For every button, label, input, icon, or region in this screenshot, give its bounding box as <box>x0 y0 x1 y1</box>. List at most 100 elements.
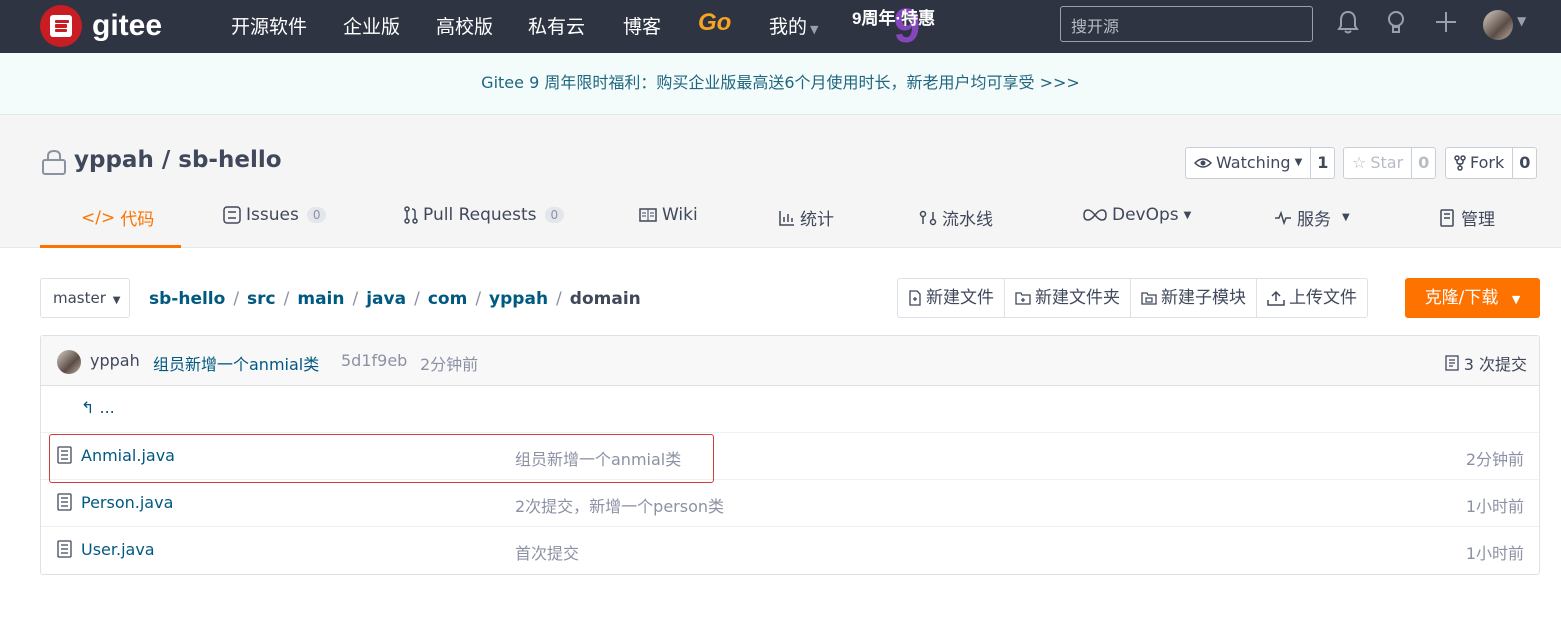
commit-message[interactable]: 组员新增一个anmial类 <box>153 351 319 375</box>
breadcrumb-yppah[interactable]: yppah <box>489 289 548 309</box>
nav-enterprise[interactable]: 企业版 <box>343 12 400 39</box>
tab-statistics-label: 统计 <box>800 210 834 230</box>
nav-go[interactable]: Go <box>698 9 731 37</box>
lock-icon <box>42 149 66 175</box>
caret-down-icon: ▼ <box>810 23 819 36</box>
tab-manage[interactable]: 管理 <box>1440 205 1495 230</box>
code-icon: </> <box>81 207 116 228</box>
fork-button[interactable]: Fork <box>1446 148 1512 178</box>
issues-icon <box>223 206 241 224</box>
caret-down-icon: ▼ <box>1183 209 1192 221</box>
new-file-button[interactable]: 新建文件 <box>898 279 1004 317</box>
tab-code[interactable]: </> 代码 <box>81 205 154 231</box>
breadcrumb: sb-hello / src / main / java / com / yppah / domain <box>149 289 641 309</box>
file-row[interactable]: Anmial.java 组员新增一个anmial类 2分钟前 <box>41 433 1539 480</box>
caret-down-icon[interactable]: ▼ <box>1517 14 1526 28</box>
tab-statistics[interactable]: 统计 <box>779 205 834 230</box>
nav-private-cloud[interactable]: 私有云 <box>528 12 585 39</box>
brand-name: gitee <box>92 9 163 42</box>
file-actions: 新建文件 新建文件夹 新建子模块 上传文件 <box>897 278 1368 318</box>
tab-devops[interactable]: DevOps ▼ <box>1083 205 1191 225</box>
reply-arrow-icon: ↰ <box>81 398 95 417</box>
file-icon <box>57 446 72 464</box>
bell-icon[interactable] <box>1334 10 1362 40</box>
breadcrumb-separator: / <box>556 289 562 309</box>
commit-sha[interactable]: 5d1f9eb <box>341 351 407 370</box>
commit-time: 2分钟前 <box>420 355 479 374</box>
nav-blog[interactable]: 博客 <box>623 12 661 39</box>
file-commit-message[interactable]: 组员新增一个anmial类 <box>515 446 681 470</box>
title-separator: / <box>161 147 171 173</box>
star-count[interactable]: 0 <box>1411 148 1435 178</box>
pipeline-icon <box>919 210 937 225</box>
star-button-group: ☆ Star 0 <box>1343 147 1437 179</box>
nav-mine[interactable]: 我的 ▼ <box>769 12 818 39</box>
file-commit-time: 1小时前 <box>1465 497 1524 516</box>
watch-button[interactable]: Watching ▼ <box>1186 148 1310 178</box>
breadcrumb-repo[interactable]: sb-hello <box>149 289 225 309</box>
clone-download-button[interactable]: 克隆/下载 ▼ <box>1405 278 1540 318</box>
infinity-icon <box>1083 209 1107 221</box>
new-folder-icon <box>1015 292 1031 305</box>
breadcrumb-com[interactable]: com <box>428 289 467 309</box>
lightbulb-icon[interactable] <box>1382 10 1410 40</box>
active-tab-indicator <box>40 245 181 248</box>
gitee-logo[interactable]: gitee <box>40 5 162 47</box>
project-header: yppah / sb-hello Watching ▼ 1 ☆ Star 0 F… <box>0 115 1561 248</box>
breadcrumb-separator: / <box>475 289 482 309</box>
new-folder-label: 新建文件夹 <box>1035 288 1120 308</box>
upload-file-button[interactable]: 上传文件 <box>1256 279 1367 317</box>
issues-count-badge: 0 <box>306 207 327 223</box>
new-submodule-button[interactable]: 新建子模块 <box>1130 279 1256 317</box>
top-navbar: gitee 开源软件 企业版 高校版 私有云 博客 Go 我的 ▼ 9 9周年·特… <box>0 0 1561 53</box>
user-avatar[interactable] <box>1483 10 1513 40</box>
tab-manage-label: 管理 <box>1461 210 1495 230</box>
clone-download-label: 克隆/下载 <box>1424 288 1499 308</box>
commit-count-label: 3 次提交 <box>1463 355 1527 374</box>
parent-directory-row[interactable]: ↰ ... <box>41 386 1539 433</box>
tab-wiki[interactable]: Wiki <box>639 205 698 225</box>
watch-button-group: Watching ▼ 1 <box>1185 147 1336 179</box>
file-row[interactable]: User.java 首次提交 1小时前 <box>41 527 1539 574</box>
tab-service[interactable]: 服务 ▼ <box>1274 205 1350 230</box>
fork-icon <box>1454 155 1466 171</box>
plus-icon[interactable] <box>1432 10 1460 40</box>
file-name[interactable]: Person.java <box>81 493 173 512</box>
promo-banner[interactable]: Gitee 9 周年限时福利：购买企业版最高送6个月使用时长，新老用户均可享受 … <box>0 53 1561 115</box>
tab-pipeline-label: 流水线 <box>942 210 993 230</box>
nav-open-source[interactable]: 开源软件 <box>231 12 307 39</box>
file-icon <box>57 493 72 511</box>
file-name[interactable]: Anmial.java <box>81 446 175 465</box>
tab-pull-requests[interactable]: Pull Requests 0 <box>404 205 565 225</box>
pull-requests-count-badge: 0 <box>544 207 565 223</box>
commit-author[interactable]: yppah <box>90 351 140 370</box>
nav-education[interactable]: 高校版 <box>436 12 493 39</box>
commit-author-avatar[interactable] <box>57 350 81 374</box>
project-owner[interactable]: yppah <box>74 147 154 173</box>
watch-count[interactable]: 1 <box>1310 148 1334 178</box>
branch-select[interactable]: master ▼ <box>40 278 130 318</box>
breadcrumb-src[interactable]: src <box>247 289 276 309</box>
promo-banner-text[interactable]: Gitee 9 周年限时福利：购买企业版最高送6个月使用时长，新老用户均可享受 … <box>481 73 1080 92</box>
breadcrumb-main[interactable]: main <box>297 289 344 309</box>
file-name[interactable]: User.java <box>81 540 155 559</box>
file-commit-message[interactable]: 首次提交 <box>515 540 579 564</box>
anniversary-promo[interactable]: 9周年·特惠 <box>852 4 935 29</box>
book-icon <box>639 208 657 222</box>
star-button[interactable]: ☆ Star <box>1344 148 1411 178</box>
new-folder-button[interactable]: 新建文件夹 <box>1004 279 1130 317</box>
star-label: Star <box>1370 153 1404 172</box>
watch-label: Watching <box>1216 153 1291 172</box>
parent-directory-link[interactable]: ↰ ... <box>81 398 115 417</box>
activity-icon <box>1275 210 1291 225</box>
tab-issues[interactable]: Issues 0 <box>223 205 327 225</box>
project-name[interactable]: sb-hello <box>178 147 281 173</box>
file-row[interactable]: Person.java 2次提交，新增一个person类 1小时前 <box>41 480 1539 527</box>
fork-count[interactable]: 0 <box>1512 148 1536 178</box>
commit-count-link[interactable]: 3 次提交 <box>1445 351 1527 375</box>
new-file-icon <box>909 290 921 306</box>
tab-pipeline[interactable]: 流水线 <box>919 205 993 230</box>
breadcrumb-java[interactable]: java <box>366 289 406 309</box>
search-input[interactable]: 搜开源 <box>1060 6 1313 42</box>
file-commit-message[interactable]: 2次提交，新增一个person类 <box>515 493 724 517</box>
